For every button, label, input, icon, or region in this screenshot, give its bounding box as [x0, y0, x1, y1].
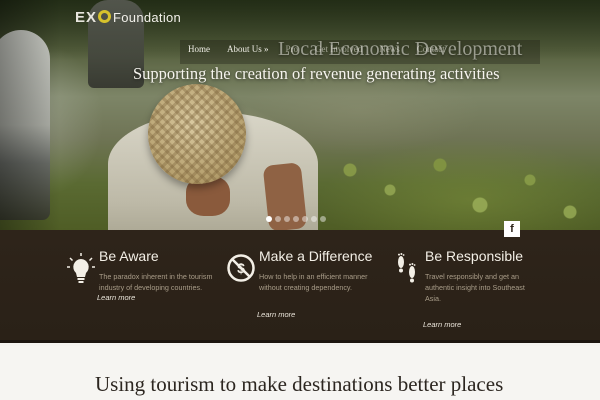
nav-item-home[interactable]: Home [188, 44, 210, 54]
feature-be-responsible: Be Responsible Travel responsibly and ge… [393, 248, 543, 338]
nav-item-contact[interactable]: Contact [417, 44, 445, 54]
footprints-icon [398, 253, 416, 283]
learn-more-link[interactable]: Learn more [257, 310, 295, 319]
logo-ring-icon [98, 10, 112, 23]
slider-dot-4[interactable] [293, 216, 299, 222]
feature-text: The paradox inherent in the tourism indu… [99, 272, 213, 292]
hero-farmer-image [98, 84, 328, 230]
slider-pagination [266, 216, 326, 222]
feature-be-aware: Be Aware The paradox inherent in the tou… [67, 248, 227, 328]
hero-subtitle: Supporting the creation of revenue gener… [133, 64, 500, 83]
hero-shade [0, 0, 60, 230]
nav-item-projects[interactable]: Pro [286, 44, 299, 54]
logo-text: Foundation [113, 10, 182, 25]
nav-item-about[interactable]: About Us » [227, 44, 269, 54]
no-money-icon: $ [227, 254, 255, 282]
nav-item-get-involved[interactable]: Get Involved [315, 44, 362, 54]
lightbulb-icon [67, 253, 95, 283]
logo-mark: EX [75, 9, 112, 26]
nav-item-news[interactable]: News [379, 44, 400, 54]
site-logo[interactable]: EX Foundation [75, 9, 181, 26]
page-tagline: Using tourism to make destinations bette… [95, 372, 504, 396]
slider-dot-2[interactable] [275, 216, 281, 222]
slider-dot-1[interactable] [266, 216, 272, 222]
feature-text: Travel responsibly and get an authentic … [425, 272, 525, 303]
learn-more-link[interactable]: Learn more [423, 320, 461, 329]
feature-title: Make a Difference [259, 248, 373, 264]
slider-dot-5[interactable] [302, 216, 308, 222]
slider-dot-3[interactable] [284, 216, 290, 222]
feature-text: How to help in an efficient manner witho… [259, 272, 368, 292]
slider-dot-7[interactable] [320, 216, 326, 222]
features-band: Be Aware The paradox inherent in the tou… [0, 230, 600, 343]
hero-slider: EX Foundation Local Economic Development… [0, 0, 600, 230]
learn-more-link[interactable]: Learn more [97, 293, 135, 302]
feature-make-a-difference: $ Make a Difference How to help in an ef… [227, 248, 397, 328]
farmer-straw-hat [148, 84, 246, 184]
feature-title: Be Responsible [425, 248, 524, 264]
facebook-icon[interactable]: f [504, 221, 520, 237]
hero-water-plants [330, 150, 600, 230]
feature-title: Be Aware [99, 248, 159, 264]
main-nav: Home About Us » Pro Get Involved News Co… [188, 44, 462, 54]
slider-dot-6[interactable] [311, 216, 317, 222]
main-content: Using tourism to make destinations bette… [0, 346, 600, 400]
